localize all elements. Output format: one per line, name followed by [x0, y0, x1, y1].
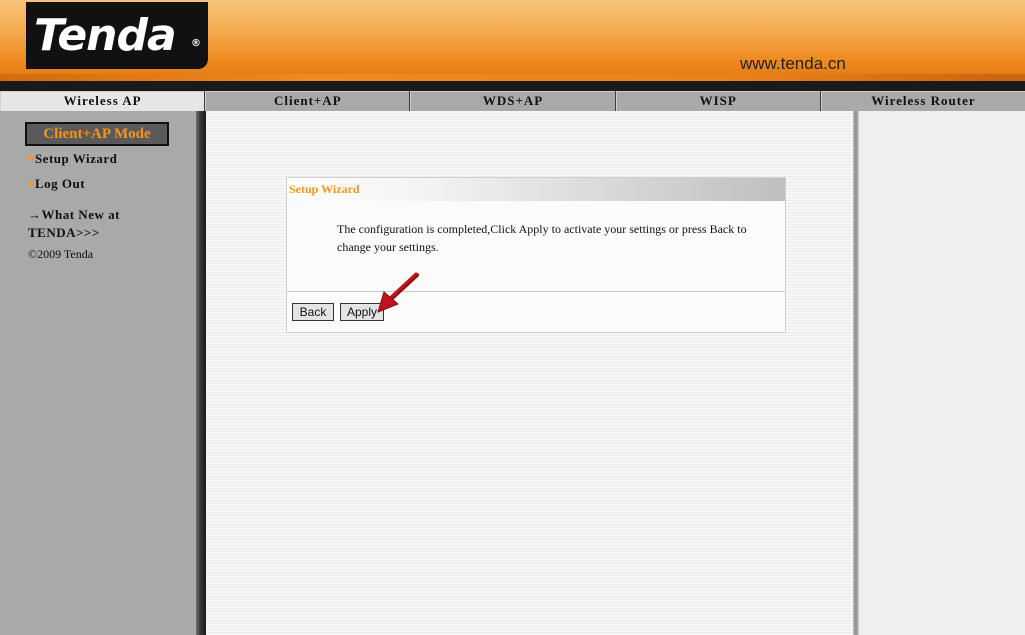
tab-wireless-ap[interactable]: Wireless AP: [0, 91, 205, 111]
tenda-logo: Tenda ®: [26, 2, 208, 69]
sidebar-item-setup-wizard[interactable]: ■Setup Wizard: [28, 151, 117, 167]
sidebar-divider: [196, 111, 206, 635]
mode-title: Client+AP Mode: [25, 122, 169, 146]
panel-divider: [287, 291, 785, 292]
orange-bullet-icon: ■: [28, 153, 34, 163]
logo-text: Tenda: [34, 10, 177, 61]
tab-wds-ap[interactable]: WDS+AP: [410, 91, 615, 111]
header-accent-bar: [0, 74, 1025, 81]
tab-client-ap[interactable]: Client+AP: [205, 91, 410, 111]
whats-new-link[interactable]: →What New at TENDA>>>: [28, 206, 178, 242]
sidebar-item-label: Setup Wizard: [34, 151, 118, 166]
mode-tabs: Wireless AP Client+AP WDS+AP WISP Wirele…: [0, 91, 1025, 111]
registered-mark: ®: [191, 38, 201, 49]
sidebar-item-log-out[interactable]: ■Log Out: [28, 176, 85, 192]
orange-bullet-icon: ■: [28, 178, 34, 188]
completion-message: The configuration is completed,Click App…: [337, 222, 747, 254]
setup-wizard-panel: Setup Wizard The configuration is comple…: [286, 177, 786, 333]
panel-title: Setup Wizard: [287, 178, 785, 201]
site-url: www.tenda.cn: [740, 54, 846, 73]
tab-wireless-router[interactable]: Wireless Router: [820, 91, 1025, 111]
right-pane: [859, 111, 1025, 635]
sidebar-item-label: Log Out: [34, 176, 86, 191]
header-divider: [0, 81, 1025, 91]
tab-wisp[interactable]: WISP: [615, 91, 820, 111]
red-arrow-icon: [377, 272, 419, 313]
copyright-text: ©2009 Tenda: [28, 247, 94, 261]
back-button[interactable]: Back: [292, 303, 334, 321]
